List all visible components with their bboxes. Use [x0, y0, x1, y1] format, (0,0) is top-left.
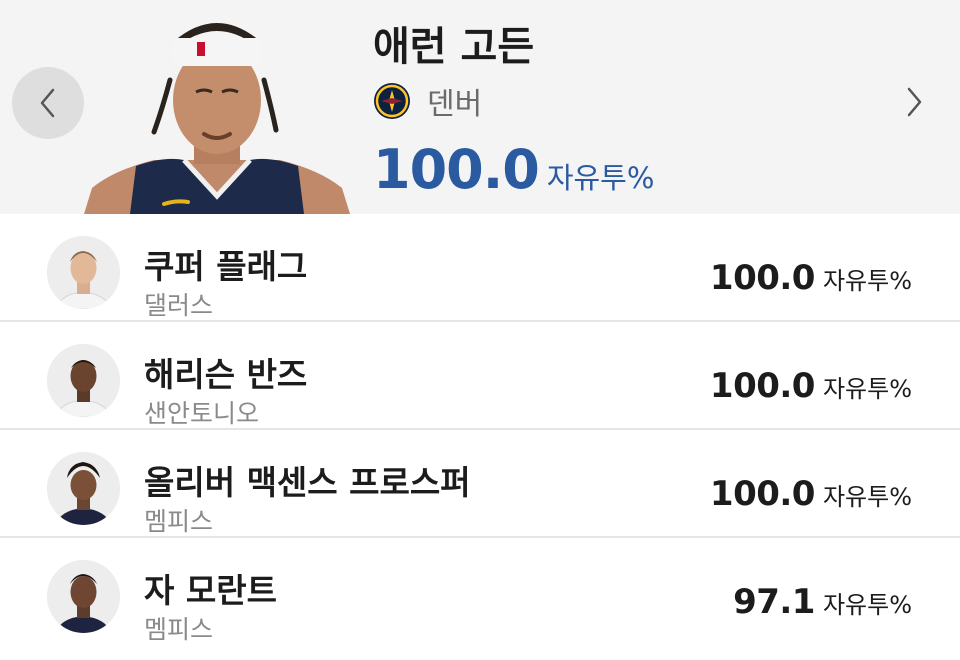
- list-item[interactable]: 쿠퍼 플래그 댈러스 100.0 자유투%: [0, 214, 960, 322]
- leader-stat: 100.0 자유투%: [373, 138, 654, 201]
- list-item[interactable]: 자 모란트 멤피스 97.1 자유투%: [0, 538, 960, 646]
- leader-header: 애런 고든 덴버 100.0 자유투%: [0, 0, 960, 214]
- player-stat: 100.0 자유투%: [710, 474, 912, 514]
- stat-value: 100.0: [709, 474, 816, 514]
- chevron-left-icon: [40, 88, 55, 118]
- avatar: [47, 236, 120, 309]
- list-item[interactable]: 올리버 맥센스 프로스퍼 멤피스 100.0 자유투%: [0, 430, 960, 538]
- player-team: 댈러스: [144, 291, 214, 320]
- player-team: 멤피스: [144, 507, 214, 536]
- stat-value: 100.0: [709, 258, 816, 298]
- player-stat: 97.1 자유투%: [733, 582, 912, 622]
- list-item[interactable]: 해리슨 반즈 샌안토니오 100.0 자유투%: [0, 322, 960, 430]
- player-team: 샌안토니오: [144, 399, 260, 428]
- leader-name: 애런 고든: [373, 24, 535, 70]
- stat-label: 자유투%: [822, 591, 912, 619]
- chevron-right-icon: [907, 87, 922, 117]
- nuggets-logo-icon: [374, 83, 410, 119]
- avatar: [47, 452, 120, 525]
- previous-button[interactable]: [12, 67, 84, 139]
- avatar: [47, 560, 120, 633]
- player-stat: 100.0 자유투%: [710, 366, 912, 406]
- player-name: 해리슨 반즈: [144, 355, 308, 394]
- avatar: [47, 344, 120, 417]
- leader-photo: [84, 23, 350, 214]
- leader-stat-label: 자유투%: [546, 161, 655, 195]
- player-team: 멤피스: [144, 615, 214, 644]
- leader-stat-value: 100.0: [373, 138, 540, 201]
- stat-label: 자유투%: [822, 375, 912, 403]
- next-button[interactable]: [892, 80, 936, 124]
- stat-value: 97.1: [733, 582, 815, 622]
- leader-team: 덴버: [427, 87, 483, 122]
- player-list: 쿠퍼 플래그 댈러스 100.0 자유투% 해리슨 반즈 샌안토니오 100.0…: [0, 214, 960, 646]
- player-name: 자 모란트: [144, 571, 277, 610]
- player-name: 쿠퍼 플래그: [144, 247, 308, 286]
- leader-team-row: 덴버: [373, 82, 483, 122]
- stat-value: 100.0: [709, 366, 816, 406]
- player-name: 올리버 맥센스 프로스퍼: [144, 463, 471, 502]
- player-stat: 100.0 자유투%: [710, 258, 912, 298]
- stat-label: 자유투%: [822, 483, 912, 511]
- stat-label: 자유투%: [822, 267, 912, 295]
